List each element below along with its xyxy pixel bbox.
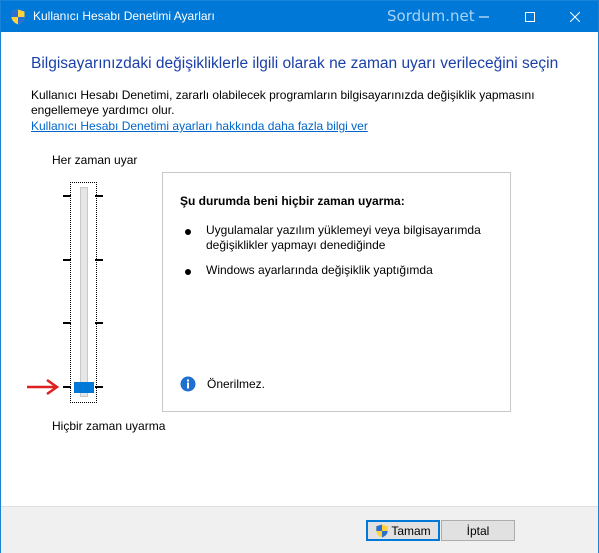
window-title: Kullanıcı Hesabı Denetimi Ayarları xyxy=(33,9,215,23)
close-icon xyxy=(570,11,580,22)
info-icon xyxy=(180,376,196,392)
slider-tick xyxy=(63,322,71,324)
cancel-button-label: İptal xyxy=(466,523,490,538)
info-note: Önerilmez. xyxy=(207,377,266,391)
close-button[interactable] xyxy=(552,1,598,32)
red-arrow-icon xyxy=(27,378,60,396)
bullet-dot xyxy=(185,269,191,275)
cancel-button[interactable]: İptal xyxy=(441,520,515,541)
button-bar: Tamam İptal xyxy=(1,506,598,553)
ok-button[interactable]: Tamam xyxy=(366,520,440,541)
uac-shield-icon xyxy=(376,523,389,538)
slider-tick xyxy=(95,259,103,261)
maximize-icon xyxy=(525,11,535,22)
description-text: Kullanıcı Hesabı Denetimi, zararlı olabi… xyxy=(31,88,535,117)
info-panel: Şu durumda beni hiçbir zaman uyarma: Uyg… xyxy=(162,172,511,412)
uac-settings-window: Kullanıcı Hesabı Denetimi Ayarları Sordu… xyxy=(0,0,599,553)
slider-track[interactable] xyxy=(80,187,88,397)
slider-tick xyxy=(95,322,103,324)
slider-top-label: Her zaman uyar xyxy=(52,153,138,167)
uac-shield-icon xyxy=(11,9,25,25)
page-heading: Bilgisayarınızdaki değişikliklerle ilgil… xyxy=(31,55,559,72)
info-title: Şu durumda beni hiçbir zaman uyarma: xyxy=(180,194,405,208)
info-bullet-2: Windows ayarlarında değişiklik yaptığımd… xyxy=(206,263,433,277)
ok-button-label: Tamam xyxy=(391,523,431,538)
slider-bottom-label: Hiçbir zaman uyarma xyxy=(52,419,166,433)
minimize-icon xyxy=(479,16,489,17)
minimize-button[interactable] xyxy=(461,1,507,32)
bullet-dot xyxy=(185,229,191,235)
slider-tick xyxy=(63,386,71,388)
info-bullet-1: Uygulamalar yazılım yüklemeyi veya bilgi… xyxy=(206,223,481,252)
slider-tick xyxy=(63,259,71,261)
title-bar[interactable]: Kullanıcı Hesabı Denetimi Ayarları Sordu… xyxy=(1,1,598,32)
slider-thumb[interactable] xyxy=(74,382,94,393)
more-info-link[interactable]: Kullanıcı Hesabı Denetimi ayarları hakkı… xyxy=(31,119,368,133)
slider-tick xyxy=(95,386,103,388)
maximize-button[interactable] xyxy=(507,1,553,32)
slider-tick xyxy=(95,195,103,197)
slider-tick xyxy=(63,195,71,197)
